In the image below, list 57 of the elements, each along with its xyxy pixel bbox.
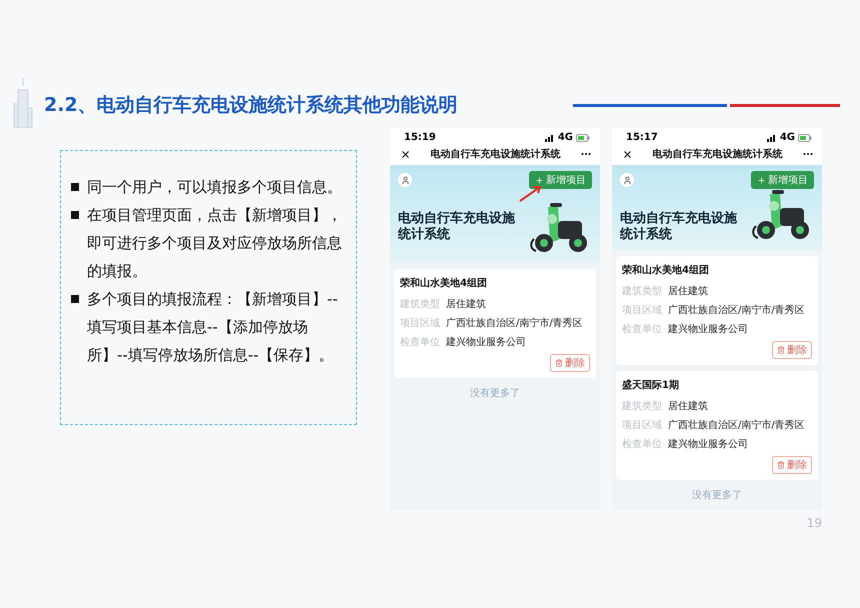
field-label: 建筑类型	[622, 284, 663, 299]
project-name: 荣和山水美地4组团	[622, 263, 710, 277]
field-value: 居住建筑	[446, 298, 486, 312]
nav-title: 电动自行车充电设施统计系统	[652, 147, 782, 161]
user-icon[interactable]	[620, 173, 634, 187]
field-value: 建兴物业服务公司	[668, 438, 748, 452]
field-label: 检查单位	[622, 438, 663, 452]
field-label: 检查单位	[400, 336, 441, 350]
field-label: 检查单位	[622, 322, 663, 337]
banner-title: 电动自行车充电设施统计系统	[620, 211, 738, 243]
field-value: 广西壮族自治区/南宁市/青秀区	[446, 316, 583, 331]
bullet-text: 在项目管理页面，点击【新增项目】，即可进行多个项目及对应停放场所信息的填报。	[87, 205, 342, 282]
bullet-text: 同一个用户，可以填报多个项目信息。	[87, 177, 342, 198]
battery-icon	[576, 134, 590, 142]
signal-icon	[766, 134, 777, 142]
network-label: 4G	[558, 132, 573, 143]
delete-button[interactable]: 删除	[772, 456, 812, 474]
bullet-icon	[71, 295, 79, 303]
project-name: 盛天国际1期	[622, 378, 680, 392]
network-label: 4G	[780, 132, 795, 143]
status-time: 15:17	[626, 132, 658, 143]
field-label: 项目区域	[622, 304, 663, 318]
project-name: 荣和山水美地4组团	[400, 276, 488, 290]
close-icon[interactable]	[622, 148, 633, 160]
list-end-text: 没有更多了	[469, 387, 521, 401]
field-value: 广西壮族自治区/南宁市/青秀区	[668, 418, 805, 433]
add-project-button[interactable]: 新增项目	[529, 171, 592, 189]
battery-icon	[798, 134, 812, 142]
slide-title: 2.2、电动自行车充电设施统计系统其他功能说明	[44, 93, 458, 118]
field-value: 建兴物业服务公司	[668, 322, 748, 337]
nav-title: 电动自行车充电设施统计系统	[430, 147, 560, 161]
field-label: 项目区域	[622, 418, 663, 433]
field-label: 建筑类型	[400, 298, 441, 312]
bullet-icon	[71, 183, 79, 191]
field-value: 居住建筑	[668, 284, 708, 299]
trash-icon	[555, 359, 563, 367]
plus-icon	[535, 176, 544, 184]
plus-icon	[757, 176, 766, 184]
signal-icon	[544, 134, 555, 142]
field-label: 建筑类型	[622, 400, 663, 414]
delete-button[interactable]: 删除	[550, 354, 590, 372]
add-project-button[interactable]: 新增项目	[751, 171, 814, 189]
close-icon[interactable]	[400, 148, 411, 160]
bullet-icon	[71, 211, 79, 219]
user-icon[interactable]	[398, 173, 412, 187]
field-value: 建兴物业服务公司	[446, 336, 526, 350]
trash-icon	[777, 461, 785, 469]
field-value: 居住建筑	[668, 400, 708, 414]
list-end-text: 没有更多了	[691, 489, 743, 503]
field-value: 广西壮族自治区/南宁市/青秀区	[668, 304, 805, 318]
banner-title: 电动自行车充电设施统计系统	[398, 211, 516, 243]
page-number: 19	[806, 516, 822, 530]
delete-button[interactable]: 删除	[772, 341, 812, 359]
status-time: 15:19	[404, 132, 436, 143]
bullet-text: 多个项目的填报流程：【新增项目】--填写项目基本信息--【添加停放场所】--填写停放场所信息--【保存】。	[87, 289, 339, 366]
field-label: 项目区域	[400, 316, 441, 331]
trash-icon	[777, 346, 785, 354]
